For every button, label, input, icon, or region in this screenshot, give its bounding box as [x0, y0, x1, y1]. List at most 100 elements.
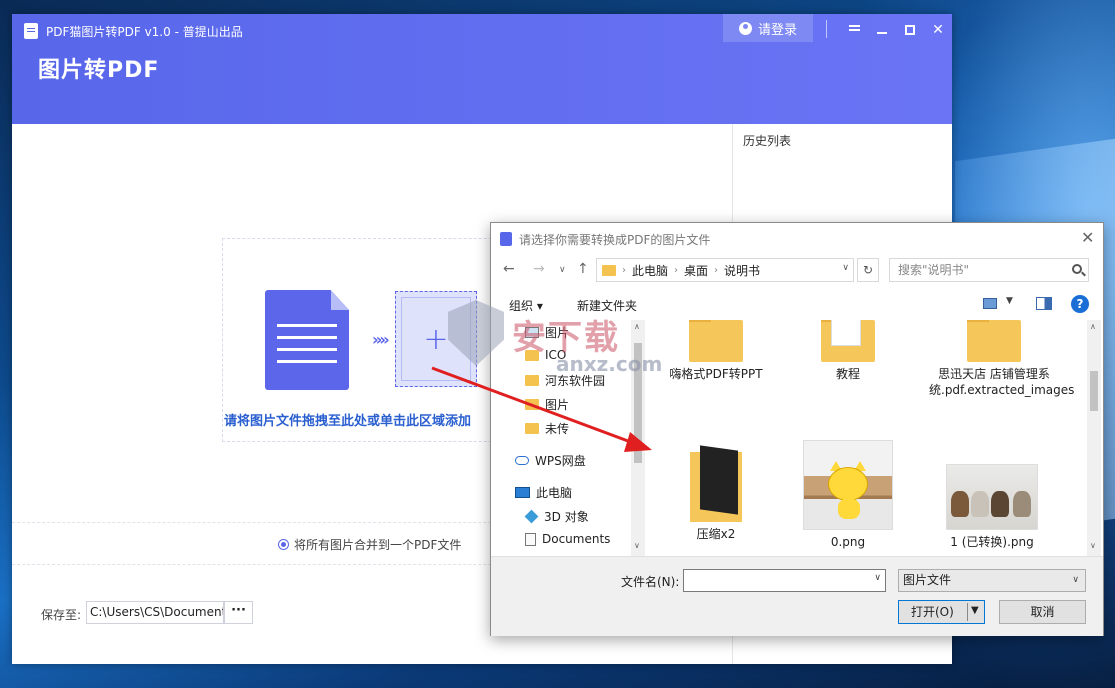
cancel-button[interactable]: 取消: [999, 600, 1086, 624]
folder-icon: [689, 320, 743, 362]
nav-item-this-pc[interactable]: 此电脑: [515, 484, 572, 501]
nav-item-wps-cloud[interactable]: WPS网盘: [515, 452, 586, 469]
nav-item-label: 此电脑: [536, 486, 573, 500]
menu-button[interactable]: [844, 20, 864, 40]
folder-paper: [831, 320, 861, 346]
refresh-button[interactable]: ↻: [857, 258, 879, 282]
up-arrow-icon[interactable]: ↑: [577, 261, 589, 277]
dialog-title: 请选择你需要转换成PDF的图片文件: [519, 233, 711, 247]
file-item[interactable]: 嗨格式PDF转PPT: [661, 320, 771, 382]
breadcrumb-item[interactable]: 说明书: [724, 262, 760, 279]
forward-arrow-icon[interactable]: →: [533, 261, 545, 277]
dialog-close-button[interactable]: ✕: [1081, 228, 1094, 247]
chevron-right-icon: ›: [622, 264, 626, 276]
document-line: [277, 336, 337, 339]
double-chevron-icon: »»: [372, 330, 390, 349]
back-arrow-icon[interactable]: ←: [503, 261, 515, 277]
file-item[interactable]: 0.png: [793, 440, 903, 550]
dog: [971, 491, 989, 517]
page-title: 图片转PDF: [38, 58, 160, 83]
maximize-button[interactable]: [900, 20, 920, 40]
folder-icon: [602, 264, 616, 276]
radio-icon[interactable]: [278, 539, 289, 550]
filetype-select[interactable]: 图片文件 ∨: [898, 569, 1086, 592]
filename-input[interactable]: ∨: [683, 569, 886, 592]
window-title: PDF猫图片转PDF v1.0 - 普提山出品: [46, 25, 243, 39]
app-header: PDF猫图片转PDF v1.0 - 普提山出品 图片转PDF 请登录 ✕: [12, 14, 952, 124]
login-button[interactable]: 请登录: [723, 14, 813, 42]
help-button[interactable]: ?: [1071, 295, 1089, 313]
folder-image-page: [700, 445, 738, 515]
login-label: 请登录: [757, 22, 797, 38]
nav-item-label: 3D 对象: [544, 510, 589, 524]
save-label: 保存至:: [41, 608, 82, 622]
cat-head: [828, 467, 868, 501]
dog: [991, 491, 1009, 517]
chevron-down-icon: ∨: [1072, 575, 1079, 585]
file-item[interactable]: 1 (已转换).png: [937, 464, 1047, 550]
merge-option[interactable]: 将所有图片合并到一个PDF文件: [278, 536, 461, 553]
document-line: [277, 324, 337, 327]
nav-item-pictures[interactable]: 图片: [525, 396, 569, 413]
drop-hint-text[interactable]: 请将图片文件拖拽至此处或单击此区域添加: [224, 410, 471, 429]
filename-label: 文件名(N):: [621, 575, 680, 589]
folder-icon: [967, 320, 1021, 362]
dialog-footer: 文件名(N): ∨ 图片文件 ∨ 打开(O) ▼ 取消: [491, 556, 1103, 636]
document-icon: [525, 532, 536, 546]
filetype-value: 图片文件: [903, 573, 952, 587]
chevron-down-icon[interactable]: ∨: [842, 263, 849, 273]
preview-pane-icon[interactable]: [1036, 297, 1052, 310]
nav-item-label: Documents: [542, 532, 611, 546]
file-item[interactable]: 教程: [793, 320, 903, 382]
maximize-icon: [905, 25, 915, 35]
open-dropdown-icon[interactable]: ▼: [971, 600, 979, 622]
files-scrollbar[interactable]: [1087, 320, 1101, 556]
file-label: 嗨格式PDF转PPT: [669, 367, 763, 381]
chevron-right-icon: ›: [714, 264, 719, 276]
nav-item-documents[interactable]: Documents: [525, 532, 610, 546]
search-icon: [1072, 264, 1082, 274]
computer-icon: [515, 487, 530, 498]
files-scroll-thumb[interactable]: [1090, 371, 1098, 411]
chevron-up-icon[interactable]: ∧: [1090, 322, 1096, 331]
file-item[interactable]: 压缩x2: [661, 445, 771, 542]
user-icon: [738, 21, 752, 35]
view-icon[interactable]: [983, 298, 997, 309]
minimize-button[interactable]: [872, 20, 892, 40]
recent-dropdown-icon[interactable]: ∨: [559, 265, 566, 275]
nav-item-label: 未传: [545, 422, 570, 436]
chevron-down-icon[interactable]: ∨: [634, 541, 640, 550]
document-line: [277, 360, 337, 363]
minimize-icon: [877, 32, 887, 34]
dog: [951, 491, 969, 517]
dog: [1013, 491, 1031, 517]
merge-option-label: 将所有图片合并到一个PDF文件: [294, 538, 462, 552]
save-path-field[interactable]: C:\Users\CS\Documents: [86, 601, 224, 624]
open-button[interactable]: 打开(O) ▼: [898, 600, 985, 624]
search-placeholder: 搜索"说明书": [898, 263, 970, 277]
folder-images-icon: [690, 445, 742, 522]
file-label: 思迅天店 店铺管理系统.pdf.extracted_images: [929, 367, 1075, 397]
cube-icon: [524, 509, 539, 524]
folder-icon: [821, 320, 875, 362]
chevron-down-icon[interactable]: ∨: [1090, 541, 1096, 550]
chevron-down-icon[interactable]: ∨: [874, 573, 881, 583]
breadcrumb-item[interactable]: 桌面: [684, 262, 708, 279]
chevron-up-icon[interactable]: ∧: [634, 322, 640, 331]
chevron-down-icon[interactable]: ▼: [1006, 296, 1013, 306]
address-bar[interactable]: › 此电脑 › 桌面 › 说明书 ∨: [596, 258, 854, 282]
open-label: 打开(O): [911, 605, 954, 619]
search-input[interactable]: 搜索"说明书": [889, 258, 1089, 282]
close-button[interactable]: ✕: [928, 20, 948, 40]
file-label: 教程: [835, 367, 860, 381]
cat-body: [838, 499, 860, 519]
breadcrumb-item[interactable]: 此电脑: [632, 262, 668, 279]
watermark-shield: [448, 300, 504, 366]
file-label: 压缩x2: [696, 527, 736, 541]
file-item[interactable]: 思迅天店 店铺管理系统.pdf.extracted_images: [929, 320, 1075, 398]
nav-item-untransferred[interactable]: 未传: [525, 420, 569, 437]
nav-item-3d-objects[interactable]: 3D 对象: [524, 508, 589, 525]
browse-button[interactable]: ···: [224, 601, 253, 624]
header-divider: [826, 20, 827, 38]
file-dialog: 请选择你需要转换成PDF的图片文件 ✕ ← → ∨ ↑ › 此电脑 › 桌面 ›…: [490, 222, 1104, 636]
